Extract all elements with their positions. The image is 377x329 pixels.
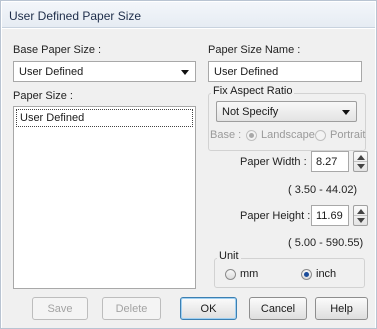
paper-size-name-value: User Defined: [214, 66, 279, 78]
paper-width-spinbox[interactable]: 8.27: [311, 151, 369, 172]
chevron-down-icon: [342, 110, 350, 115]
fix-aspect-ratio-select[interactable]: Not Specify: [216, 101, 357, 122]
base-paper-size-label: Base Paper Size :: [13, 44, 102, 56]
list-item-label: User Defined: [20, 112, 85, 124]
paper-width-spin-buttons[interactable]: [353, 151, 368, 172]
paper-width-range: ( 3.50 - 44.02): [288, 184, 358, 196]
fix-aspect-ratio-value: Not Specify: [222, 106, 279, 118]
dialog-title: User Defined Paper Size: [9, 9, 142, 23]
cancel-button[interactable]: Cancel: [249, 297, 307, 320]
paper-size-name-input[interactable]: User Defined: [208, 61, 362, 82]
spin-divider: [354, 161, 367, 162]
cancel-button-label: Cancel: [260, 303, 296, 315]
paper-height-value: 11.69: [316, 210, 343, 222]
ok-button-label: OK: [200, 303, 217, 315]
base-paper-size-value: User Defined: [19, 66, 84, 78]
spin-divider: [354, 215, 367, 216]
paper-size-list[interactable]: User Defined: [13, 106, 196, 289]
paper-width-label: Paper Width :: [240, 156, 307, 168]
paper-height-spin-buttons[interactable]: [353, 205, 368, 226]
help-button[interactable]: Help: [315, 297, 368, 320]
ok-button[interactable]: OK: [180, 297, 237, 320]
spin-down-icon[interactable]: [357, 164, 365, 169]
spin-down-icon[interactable]: [357, 218, 365, 223]
save-button[interactable]: Save: [32, 297, 88, 320]
list-item[interactable]: User Defined: [16, 109, 193, 127]
spin-up-icon[interactable]: [357, 209, 365, 214]
save-button-label: Save: [47, 303, 73, 315]
paper-height-label: Paper Height :: [240, 210, 311, 222]
title-bar[interactable]: User Defined Paper Size: [2, 2, 375, 28]
radio-unselected-icon: [315, 130, 326, 141]
base-paper-size-select[interactable]: User Defined: [13, 61, 196, 82]
user-defined-paper-size-dialog: User Defined Paper Size Base Paper Size …: [0, 0, 377, 329]
unit-label: Unit: [217, 250, 241, 262]
paper-size-name-label: Paper Size Name :: [208, 44, 301, 56]
radio-unselected-icon: [225, 269, 236, 280]
help-button-label: Help: [330, 303, 353, 315]
mm-radio-label: mm: [240, 268, 259, 280]
radio-selected-icon: [246, 130, 257, 141]
paper-size-label: Paper Size :: [13, 90, 73, 102]
portrait-radio-label: Portrait: [330, 129, 366, 141]
paper-width-input[interactable]: 8.27: [311, 151, 349, 172]
paper-height-spinbox[interactable]: 11.69: [311, 205, 369, 226]
paper-width-value: 8.27: [316, 156, 338, 168]
spin-up-icon[interactable]: [357, 155, 365, 160]
inch-radio-label: inch: [316, 268, 337, 280]
dialog-body: Base Paper Size : User Defined Paper Siz…: [2, 29, 375, 328]
radio-selected-icon: [301, 269, 312, 280]
delete-button-label: Delete: [115, 303, 148, 315]
paper-height-range: ( 5.00 - 590.55): [288, 237, 364, 249]
landscape-radio-label: Landscape: [261, 129, 315, 141]
delete-button[interactable]: Delete: [102, 297, 161, 320]
base-orientation-label: Base :: [210, 129, 242, 141]
paper-height-input[interactable]: 11.69: [311, 205, 349, 226]
fix-aspect-ratio-label: Fix Aspect Ratio: [211, 85, 295, 97]
chevron-down-icon: [181, 70, 189, 75]
unit-group: [214, 258, 365, 288]
